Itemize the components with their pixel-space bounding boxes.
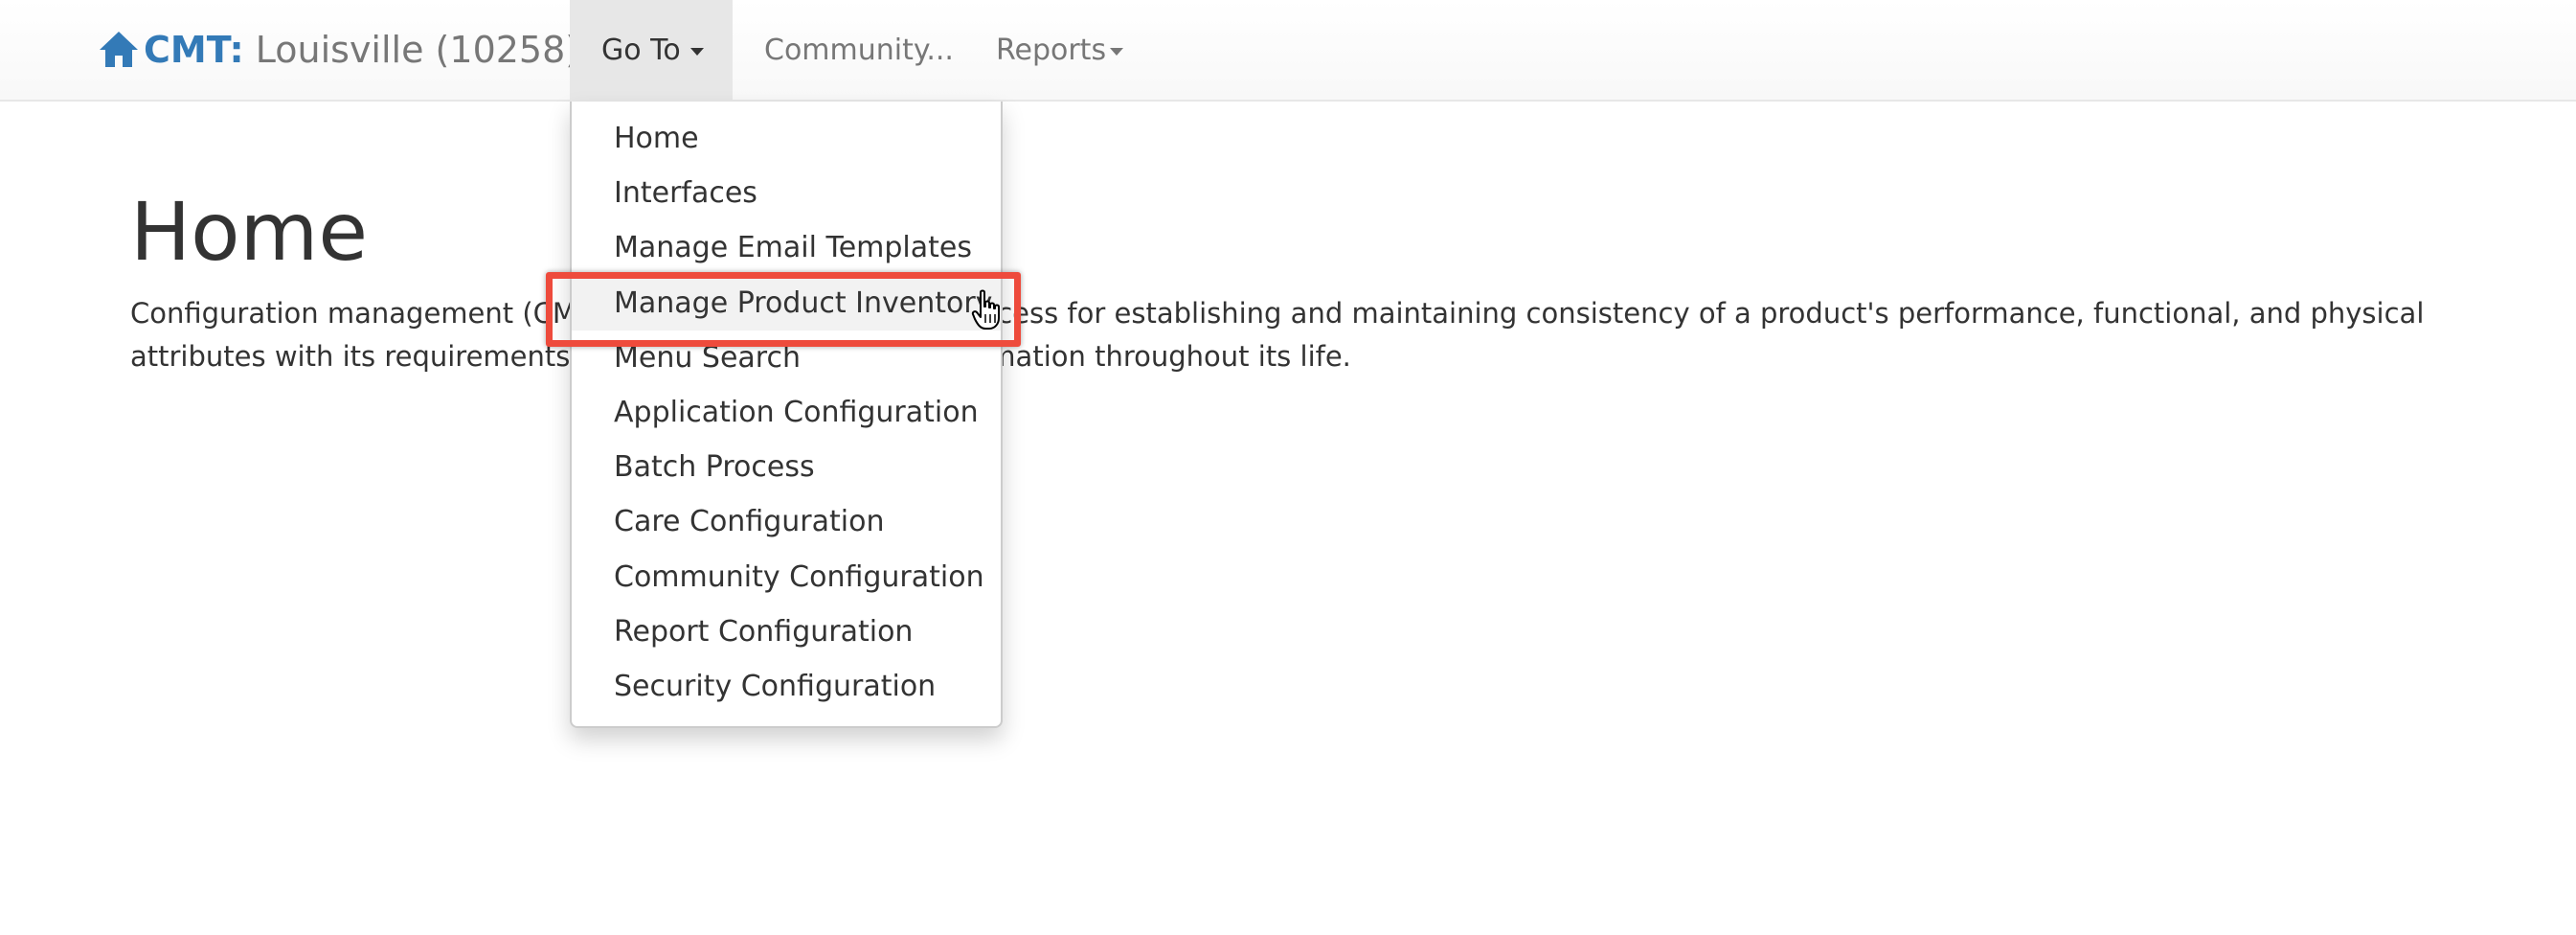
menu-item-interfaces[interactable]: Interfaces xyxy=(572,166,1001,220)
menu-item-home[interactable]: Home xyxy=(572,111,1001,166)
nav-reports-label: Reports xyxy=(996,33,1107,67)
caret-down-icon xyxy=(1110,48,1124,56)
goto-dropdown-menu: Home Interfaces Manage Email Templates M… xyxy=(570,102,1003,728)
nav-community-link[interactable]: Community... xyxy=(764,0,954,100)
brand-name: CMT: xyxy=(144,29,244,71)
navbar: CMT: Louisville (10258) Go To Community.… xyxy=(0,0,2576,102)
highlight-annotation-box xyxy=(546,272,1021,347)
home-icon xyxy=(100,32,138,67)
page-description: Configuration management (CM) is a syste… xyxy=(130,297,2425,373)
nav-goto-menu[interactable]: Go To xyxy=(570,0,733,100)
brand-link[interactable]: CMT: Louisville (10258) xyxy=(98,23,579,77)
nav-goto-label: Go To xyxy=(601,33,681,67)
menu-item-report-configuration[interactable]: Report Configuration xyxy=(572,604,1001,659)
caret-down-icon xyxy=(689,48,704,56)
menu-item-batch-process[interactable]: Batch Process xyxy=(572,440,1001,494)
hand-pointer-icon xyxy=(971,289,1000,330)
nav-community-label: Community... xyxy=(764,33,954,67)
menu-item-security-configuration[interactable]: Security Configuration xyxy=(572,659,1001,714)
menu-item-community-configuration[interactable]: Community Configuration xyxy=(572,550,1001,604)
menu-item-manage-email-templates[interactable]: Manage Email Templates xyxy=(572,220,1001,275)
nav-reports-menu[interactable]: Reports xyxy=(996,0,1124,100)
brand-location: Louisville (10258) xyxy=(255,29,580,71)
menu-item-application-configuration[interactable]: Application Configuration xyxy=(572,385,1001,440)
menu-item-care-configuration[interactable]: Care Configuration xyxy=(572,494,1001,549)
page-title: Home xyxy=(130,185,369,279)
